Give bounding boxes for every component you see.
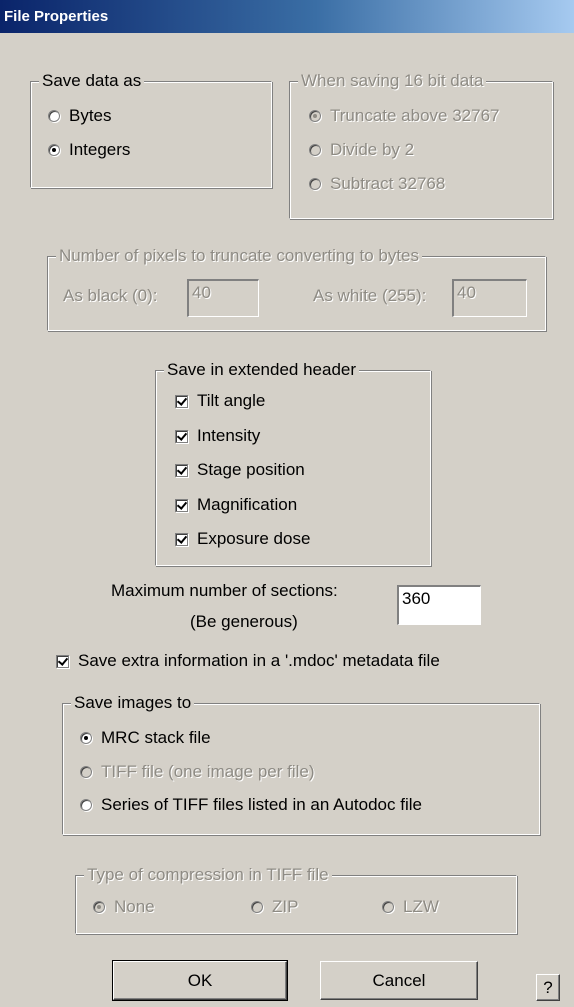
saving-16bit-legend: When saving 16 bit data xyxy=(298,69,487,93)
radio-button[interactable] xyxy=(309,110,321,122)
radio-integers[interactable]: Integers xyxy=(48,137,130,163)
radio-divide-by-2-label: Divide by 2 xyxy=(330,140,415,159)
as-black-input[interactable]: 40 xyxy=(187,279,259,317)
check-exposure-dose-label: Exposure dose xyxy=(197,529,311,548)
title-bar: File Properties xyxy=(0,0,574,33)
check-intensity[interactable]: Intensity xyxy=(175,423,260,449)
radio-tiff-series[interactable]: Series of TIFF files listed in an Autodo… xyxy=(80,792,422,818)
radio-subtract-label: Subtract 32768 xyxy=(330,174,446,193)
check-mdoc-label: Save extra information in a '.mdoc' meta… xyxy=(78,651,440,670)
save-data-as-legend: Save data as xyxy=(39,69,145,93)
radio-mrc-stack-label: MRC stack file xyxy=(101,728,211,747)
radio-truncate-above[interactable]: Truncate above 32767 xyxy=(309,103,500,129)
as-white-label: As white (255): xyxy=(313,286,427,305)
check-mdoc[interactable]: Save extra information in a '.mdoc' meta… xyxy=(56,648,440,674)
as-white-input[interactable]: 40 xyxy=(452,279,527,317)
max-sections-label: Maximum number of sections: xyxy=(111,581,338,600)
radio-button[interactable] xyxy=(48,144,60,156)
radio-compression-none-label: None xyxy=(114,897,155,916)
check-magnification[interactable]: Magnification xyxy=(175,492,297,518)
ok-button[interactable]: OK xyxy=(112,960,288,1001)
check-tilt-angle-label: Tilt angle xyxy=(197,391,266,410)
radio-bytes-label: Bytes xyxy=(69,106,112,125)
radio-divide-by-2[interactable]: Divide by 2 xyxy=(309,137,414,163)
check-magnification-label: Magnification xyxy=(197,495,298,514)
radio-button[interactable] xyxy=(93,901,105,913)
check-stage-position[interactable]: Stage position xyxy=(175,457,305,483)
radio-integers-label: Integers xyxy=(69,140,131,159)
extended-header-legend: Save in extended header xyxy=(164,358,360,382)
radio-button[interactable] xyxy=(48,110,60,122)
check-exposure-dose[interactable]: Exposure dose xyxy=(175,526,310,552)
checkbox[interactable] xyxy=(175,532,188,546)
checkbox[interactable] xyxy=(56,654,69,668)
radio-button[interactable] xyxy=(309,144,321,156)
radio-button[interactable] xyxy=(309,178,321,190)
radio-tiff-series-label: Series of TIFF files listed in an Autodo… xyxy=(101,795,422,814)
truncate-pixels-legend: Number of pixels to truncate converting … xyxy=(56,244,423,268)
radio-compression-lzw[interactable]: LZW xyxy=(382,894,439,920)
radio-bytes[interactable]: Bytes xyxy=(48,103,112,129)
radio-compression-zip-label: ZIP xyxy=(272,897,299,916)
radio-button[interactable] xyxy=(80,732,92,744)
checkbox[interactable] xyxy=(175,498,188,512)
radio-tiff-file[interactable]: TIFF file (one image per file) xyxy=(80,759,315,785)
radio-mrc-stack[interactable]: MRC stack file xyxy=(80,725,211,751)
radio-button[interactable] xyxy=(251,901,263,913)
radio-compression-lzw-label: LZW xyxy=(403,897,439,916)
as-black-label: As black (0): xyxy=(63,286,158,305)
save-images-to-legend: Save images to xyxy=(71,691,195,715)
check-stage-position-label: Stage position xyxy=(197,460,305,479)
compression-legend: Type of compression in TIFF file xyxy=(84,863,332,887)
radio-compression-none[interactable]: None xyxy=(93,894,155,920)
checkbox[interactable] xyxy=(175,394,188,408)
checkbox[interactable] xyxy=(175,463,188,477)
max-sections-hint: (Be generous) xyxy=(190,612,298,631)
radio-truncate-above-label: Truncate above 32767 xyxy=(330,106,500,125)
max-sections-input[interactable]: 360 xyxy=(397,585,481,625)
radio-compression-zip[interactable]: ZIP xyxy=(251,894,298,920)
checkbox[interactable] xyxy=(175,429,188,443)
check-intensity-label: Intensity xyxy=(197,426,261,445)
radio-tiff-file-label: TIFF file (one image per file) xyxy=(101,762,315,781)
check-tilt-angle[interactable]: Tilt angle xyxy=(175,388,265,414)
radio-button[interactable] xyxy=(382,901,394,913)
radio-button[interactable] xyxy=(80,766,92,778)
radio-subtract[interactable]: Subtract 32768 xyxy=(309,171,445,197)
cancel-button[interactable]: Cancel xyxy=(320,961,478,1000)
window-title: File Properties xyxy=(4,8,109,25)
help-button[interactable]: ? xyxy=(536,974,560,1001)
save-data-as-group: Save data as xyxy=(30,69,272,188)
radio-button[interactable] xyxy=(80,799,92,811)
